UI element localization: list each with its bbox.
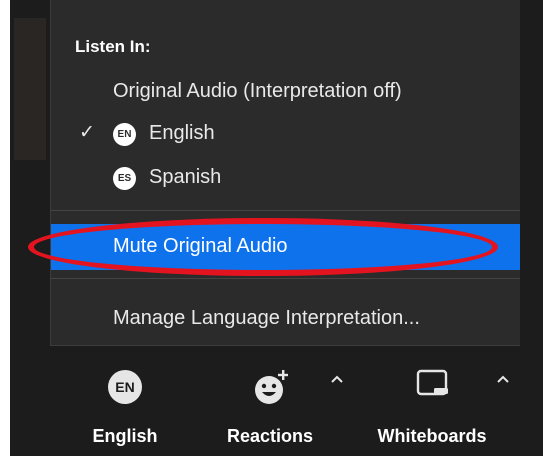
checkmark-icon: ✓ [79, 122, 95, 143]
meeting-background-right [520, 0, 543, 456]
zoom-window: Listen In: Original Audio (Interpretatio… [0, 0, 543, 456]
toolbar-label: Reactions [226, 426, 314, 446]
toolbar-label: English [92, 426, 158, 446]
menu-item-label: English [149, 122, 215, 144]
toolbar-button-whiteboards[interactable]: Whiteboards [364, 346, 500, 456]
menu-divider [51, 210, 520, 211]
menu-item-mute-original-audio[interactable]: Mute Original Audio [51, 224, 520, 270]
menu-item-manage-language-interpretation[interactable]: Manage Language Interpretation... [51, 299, 520, 339]
menu-item-label: Mute Original Audio [113, 235, 288, 257]
menu-item-label: Original Audio (Interpretation off) [113, 80, 402, 102]
toolbar-label: Whiteboards [377, 426, 487, 446]
menu-item-label: Manage Language Interpretation... [113, 307, 420, 329]
video-tile-edge [14, 18, 46, 160]
whiteboard-icon [416, 369, 448, 396]
meeting-toolbar: EN English Reactions Whiteboards [10, 346, 520, 456]
toolbar-button-language[interactable]: EN English [80, 346, 170, 456]
toolbar-button-reactions[interactable]: Reactions [215, 346, 325, 456]
reactions-options-chevron-up-icon[interactable] [328, 372, 346, 386]
interpretation-menu: Listen In: Original Audio (Interpretatio… [50, 0, 520, 346]
language-badge-icon: EN [108, 370, 142, 404]
menu-divider [51, 278, 520, 279]
menu-item-spanish[interactable]: ES Spanish [51, 158, 520, 198]
language-badge-en: EN [113, 123, 136, 146]
menu-item-english[interactable]: ✓ EN English [51, 114, 520, 154]
reaction-smiley-icon [255, 370, 288, 404]
menu-header-listen-in: Listen In: [75, 37, 151, 56]
menu-item-original-audio[interactable]: Original Audio (Interpretation off) [51, 72, 520, 112]
language-badge-es: ES [113, 167, 136, 190]
menu-item-label: Spanish [149, 166, 222, 188]
whiteboards-options-chevron-up-icon[interactable] [494, 372, 512, 386]
